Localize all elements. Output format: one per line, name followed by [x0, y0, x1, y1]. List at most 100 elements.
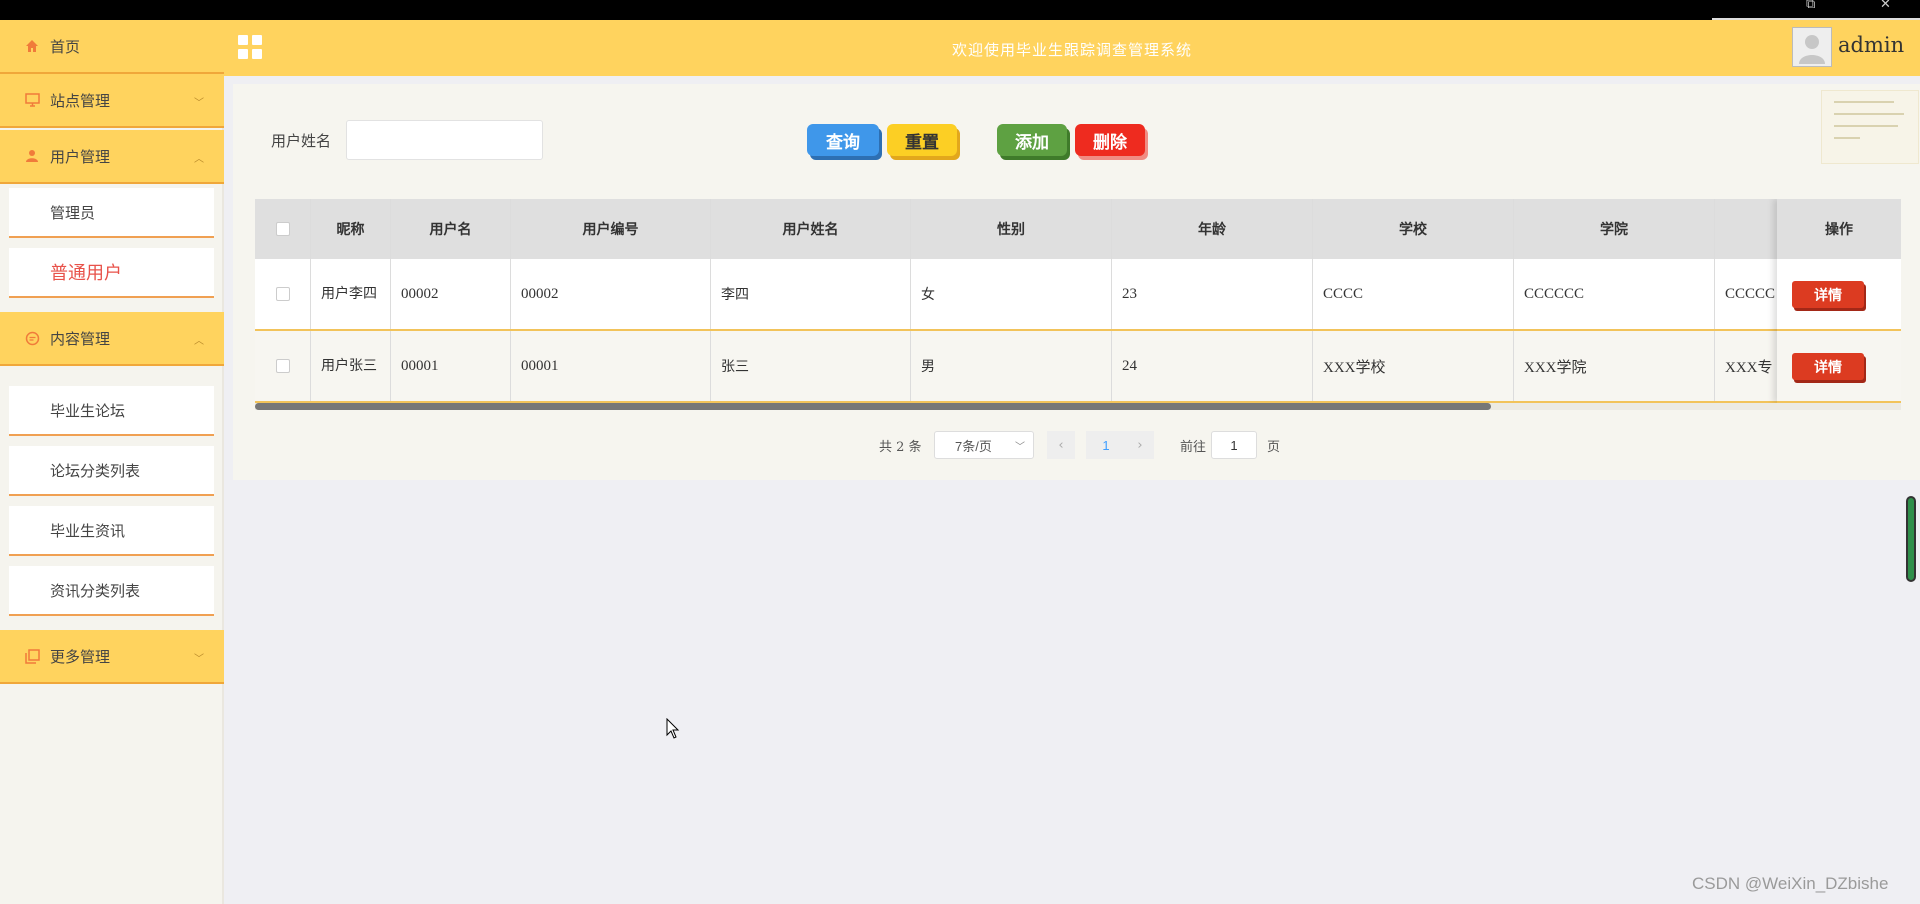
cell-school: XXX学校 [1313, 331, 1514, 401]
header-cell[interactable]: 用户姓名 [711, 199, 911, 259]
table-row[interactable]: 用户李四 00002 00002 李四 女 23 CCCC CCCCCC CCC… [255, 259, 1901, 331]
header-cell[interactable]: 用户名 [391, 199, 511, 259]
sidebar: 首页 站点管理 ﹀ 用户管理 ︿ 管理员 普通用户 内容管理 ︿ 毕业生论坛 论… [0, 20, 224, 904]
next-page-button[interactable]: › [1126, 431, 1154, 459]
sidebar-subitem-forum-category[interactable]: 论坛分类列表 [9, 446, 214, 496]
thumbnail-preview [1821, 90, 1919, 164]
sidebar-subitem-label: 论坛分类列表 [50, 461, 141, 480]
chevron-right-icon: › [1137, 437, 1143, 453]
header-cell[interactable]: 学院 [1514, 199, 1715, 259]
sidebar-subitem-admin[interactable]: 管理员 [9, 188, 214, 238]
goto-label: 前往 [1180, 440, 1207, 455]
sidebar-subitem-graduate-news[interactable]: 毕业生资讯 [9, 506, 214, 556]
header-cell[interactable]: 性别 [911, 199, 1112, 259]
action-cell: 详情 [1777, 331, 1901, 403]
table-header-row: 昵称 用户名 用户编号 用户姓名 性别 年龄 学校 学院 [255, 199, 1901, 259]
sidebar-subitem-label: 毕业生资讯 [50, 521, 126, 540]
cell-school: CCCC [1313, 259, 1514, 329]
row-select-cell [255, 331, 311, 401]
cell-nickname: 用户李四 [311, 259, 391, 329]
search-input[interactable] [346, 120, 543, 160]
cell-age: 23 [1112, 259, 1313, 329]
main-content: 用户姓名 查询 重置 添加 删除 昵称 用户名 用户编号 用户姓名 性别 年龄 … [233, 84, 1920, 480]
cell-real-name: 李四 [711, 259, 911, 329]
cell-nickname: 用户张三 [311, 331, 391, 401]
username-label[interactable]: admin [1838, 33, 1904, 57]
copy-icon [24, 648, 40, 664]
row-checkbox[interactable] [275, 359, 290, 373]
sidebar-item-more-management[interactable]: 更多管理 ﹀ [0, 630, 224, 684]
cell-real-name: 张三 [711, 331, 911, 401]
page-number-button[interactable]: 1 [1086, 431, 1126, 459]
sidebar-item-label: 站点管理 [50, 91, 111, 110]
mouse-cursor-icon [666, 717, 680, 744]
cell-user-no: 00002 [511, 259, 711, 329]
page-size-select[interactable]: 7条/页 ﹀ [934, 431, 1034, 459]
header-cell[interactable]: 年龄 [1112, 199, 1313, 259]
table-row[interactable]: 用户张三 00001 00001 张三 男 24 XXX学校 XXX学院 XXX… [255, 331, 1901, 403]
chevron-up-icon: ︿ [194, 336, 204, 347]
avatar[interactable] [1792, 27, 1832, 67]
detail-button[interactable]: 详情 [1792, 353, 1864, 380]
chevron-up-icon: ︿ [194, 154, 204, 165]
window-title-bar: ⧉ ✕ [0, 0, 1920, 20]
watermark: CSDN @WeiXin_DZbishe [1692, 874, 1889, 893]
vertical-scrollbar[interactable] [1906, 496, 1916, 582]
restore-window-icon[interactable]: ⧉ [1806, 0, 1815, 11]
reset-button[interactable]: 重置 [887, 124, 957, 156]
select-all-checkbox[interactable] [275, 222, 290, 236]
delete-button[interactable]: 删除 [1075, 124, 1145, 156]
sidebar-item-label: 内容管理 [50, 329, 111, 348]
header-cell[interactable]: 学校 [1313, 199, 1514, 259]
horizontal-scrollbar[interactable] [255, 403, 1901, 410]
sidebar-subitem-label: 资讯分类列表 [50, 581, 141, 600]
chevron-down-icon: ﹀ [1015, 442, 1025, 453]
sidebar-item-user-management[interactable]: 用户管理 ︿ [0, 130, 224, 184]
cell-gender: 男 [911, 331, 1112, 401]
page-suffix-label: 页 [1267, 440, 1281, 455]
cell-age: 24 [1112, 331, 1313, 401]
sidebar-subitem-label: 普通用户 [50, 263, 122, 284]
sidebar-subitem-label: 毕业生论坛 [50, 401, 126, 420]
horizontal-scrollbar-thumb[interactable] [255, 403, 1491, 410]
fixed-action-column: 操作 详情 详情 [1777, 199, 1901, 403]
row-checkbox[interactable] [275, 287, 290, 301]
sidebar-subitem-graduate-forum[interactable]: 毕业生论坛 [9, 386, 214, 436]
sidebar-item-site-management[interactable]: 站点管理 ﹀ [0, 74, 224, 128]
sidebar-subitem-normal-user[interactable]: 普通用户 [9, 248, 214, 298]
pagination-total: 共 2 条 [879, 440, 922, 455]
cell-gender: 女 [911, 259, 1112, 329]
action-cell: 详情 [1777, 259, 1901, 331]
header-cell[interactable]: 用户编号 [511, 199, 711, 259]
cell-username: 00002 [391, 259, 511, 329]
sidebar-subitem-news-category[interactable]: 资讯分类列表 [9, 566, 214, 616]
chat-icon [24, 330, 40, 346]
close-window-icon[interactable]: ✕ [1880, 0, 1891, 11]
detail-button[interactable]: 详情 [1792, 281, 1864, 308]
sidebar-subitem-label: 管理员 [50, 203, 96, 222]
data-table: 昵称 用户名 用户编号 用户姓名 性别 年龄 学校 学院 用户李四 00002 … [255, 199, 1901, 410]
monitor-icon [24, 92, 40, 108]
cell-user-no: 00001 [511, 331, 711, 401]
sidebar-item-label: 首页 [50, 37, 81, 56]
search-label: 用户姓名 [271, 132, 332, 150]
cell-college: CCCCCC [1514, 259, 1715, 329]
sidebar-item-home[interactable]: 首页 [0, 20, 224, 74]
sidebar-item-label: 更多管理 [50, 647, 111, 666]
goto-page-input[interactable]: 1 [1211, 431, 1257, 459]
chevron-left-icon: ‹ [1058, 437, 1064, 453]
page-title: 欢迎使用毕业生跟踪调查管理系统 [951, 41, 1192, 59]
row-select-cell [255, 259, 311, 329]
user-icon [24, 148, 40, 164]
cell-college: XXX学院 [1514, 331, 1715, 401]
sidebar-item-content-management[interactable]: 内容管理 ︿ [0, 312, 224, 366]
add-button[interactable]: 添加 [997, 124, 1067, 156]
sidebar-item-label: 用户管理 [50, 147, 111, 166]
prev-page-button[interactable]: ‹ [1047, 431, 1075, 459]
top-header: 欢迎使用毕业生跟踪调查管理系统 admin [224, 20, 1920, 76]
chevron-down-icon: ﹀ [194, 654, 204, 665]
header-cell[interactable]: 昵称 [311, 199, 391, 259]
cell-username: 00001 [391, 331, 511, 401]
header-cell-action: 操作 [1777, 199, 1901, 259]
query-button[interactable]: 查询 [807, 124, 879, 156]
